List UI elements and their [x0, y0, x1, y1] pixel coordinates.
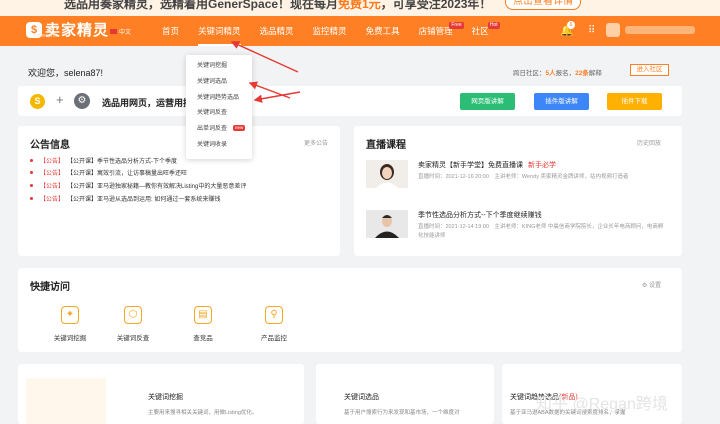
- lecturer-photo: [366, 210, 408, 238]
- banner-text: 选品用网页，运营用插: [102, 98, 193, 108]
- hot-badge: Hot: [487, 22, 500, 29]
- language-label: 中文: [119, 30, 132, 36]
- menu-item-keyword-mining[interactable]: 关键词挖掘: [186, 59, 252, 75]
- menu-item-order-reverse[interactable]: 出单词反查 new: [186, 122, 252, 138]
- notification-count: 6: [567, 21, 575, 29]
- nav-free-tools[interactable]: 免费工具: [366, 16, 400, 46]
- welcome-text: 欢迎您，selena87!: [28, 68, 104, 78]
- chrome-icon: ⚙: [74, 93, 90, 109]
- notice-list: 【公告】 【公开课】季节性选品分析方式-下个季度 【公告】 【公开课】寓效引流，让访…: [30, 154, 246, 204]
- avatar[interactable]: [606, 23, 620, 37]
- sellersprite-icon: S: [30, 94, 45, 109]
- keyword-mining-icon: ✦: [61, 306, 79, 324]
- community-info: 跨日社区：5人报名，22条解释: [513, 70, 602, 77]
- bullet-icon: [30, 171, 33, 175]
- menu-item-keyword-selection[interactable]: 关键词选品: [186, 75, 252, 91]
- free-badge: Free: [449, 22, 464, 29]
- course-item[interactable]: 卖家精灵【新手学堂】免费直播课 新手必学 直播时间：2021-12-16 20:0…: [366, 160, 666, 198]
- plus-icon: +: [56, 92, 64, 107]
- quick-competitor[interactable]: ▤ 查竞品: [173, 306, 233, 342]
- gear-icon: ⚙: [642, 283, 650, 289]
- menu-item-keyword-index[interactable]: 关键词收录: [186, 138, 252, 154]
- bullet-icon: [30, 196, 33, 200]
- flag-icon: [110, 29, 117, 34]
- promo-button[interactable]: 点击查看详情: [505, 0, 581, 10]
- plugin-download-button[interactable]: 插件下载: [607, 93, 662, 110]
- feature-card[interactable]: 关键词挖掘 主要用来搜寻相关关键词，用做Listing优化。: [18, 364, 304, 424]
- nav-menu: 首页 关键词精灵 选品精灵 监控精灵 免费工具 店铺管理 Free 社区 Hot: [162, 16, 508, 46]
- quick-monitor[interactable]: ⚲ 产品监控: [244, 306, 304, 342]
- nav-store[interactable]: 店铺管理 Free: [419, 16, 464, 46]
- more-notices-link[interactable]: 更多公告: [304, 138, 328, 147]
- promo-bar: 选品用奏家精灵，选精着用GenerSpace！现在每月免费1元，可享受注2023…: [0, 0, 720, 16]
- bullet-icon: [30, 158, 33, 162]
- language-switch[interactable]: 中文: [110, 27, 131, 36]
- promo-text: 选品用奏家精灵，选精着用GenerSpace！现在每月免费1元，可享受注2023…: [64, 0, 492, 11]
- plugin-tutorial-button[interactable]: 插件版讲解: [534, 93, 589, 110]
- feature-illustration: [26, 378, 106, 424]
- web-tutorial-button[interactable]: 网页版讲解: [460, 93, 515, 110]
- top-nav: $ 卖家精灵 sellersprite 中文 首页 关键词精灵 选品精灵 监控精…: [0, 16, 720, 46]
- enter-community-button[interactable]: 进入社区: [630, 64, 669, 76]
- list-item[interactable]: 【公告】 【公开课】寓效引流，让访事稿量出旺季还旺: [30, 167, 246, 180]
- nav-community[interactable]: 社区 Hot: [472, 16, 500, 46]
- nav-home[interactable]: 首页: [162, 16, 179, 46]
- feature-card[interactable]: 关键词选品 基于用户搜索行为来发现和基市场，一个维度对: [316, 364, 494, 424]
- nav-product[interactable]: 选品精灵: [260, 16, 294, 46]
- list-item[interactable]: 【公告】 【公开课】亚马逊从选品到运用: 如何通过一套系统来赚钱: [30, 192, 246, 205]
- quick-keyword-reverse[interactable]: ⬡ 关键词反查: [103, 306, 163, 342]
- monitor-icon: ⚲: [265, 306, 283, 324]
- apps-grid-icon[interactable]: ⠿: [588, 25, 595, 36]
- settings-link[interactable]: ⚙ 设置: [642, 280, 661, 289]
- course-title: 直播课程: [366, 140, 406, 151]
- quick-keyword-mining[interactable]: ✦ 关键词挖掘: [40, 306, 100, 342]
- user-menu[interactable]: [625, 26, 695, 34]
- watermark: 知乎 @Regan跨境: [536, 396, 668, 413]
- lecturer-photo: [366, 160, 408, 188]
- menu-item-keyword-trend[interactable]: 关键词趋势选品: [186, 91, 252, 107]
- logo-subtitle: sellersprite: [34, 33, 59, 39]
- course-item[interactable]: 季节性选品分析方式--下个季度继续赚钱 直播时间：2021-12-14 19:0…: [366, 210, 666, 248]
- quick-access-card: 快捷访问 ✦ 关键词挖掘 ⬡ 关键词反查 ▤ 查竞品 ⚲ 产品监控: [18, 268, 682, 352]
- notice-card: 公告信息 更多公告 【公告】 【公开课】季节性选品分析方式-下个季度 【公告】 【公…: [18, 126, 340, 256]
- quick-access-title: 快捷访问: [30, 282, 70, 293]
- notice-title: 公告信息: [30, 140, 70, 151]
- bullet-icon: [30, 183, 33, 187]
- list-item[interactable]: 【公告】 【公开课】亚马逊独家秘籍—教你有效解决Listing中的大量恶意差评: [30, 179, 246, 192]
- keyword-reverse-icon: ⬡: [124, 306, 142, 324]
- history-replay-link[interactable]: 历史回放: [637, 138, 661, 147]
- plugin-banner: S + ⚙ 选品用网页，运营用插 网页版讲解 插件版讲解 插件下载: [18, 86, 682, 116]
- course-card: 直播课程 历史回放 卖家精灵【新手学堂】免费直播课 新手必学 直播时间：2021-…: [354, 126, 682, 256]
- menu-item-keyword-reverse[interactable]: 关键词反查: [186, 106, 252, 122]
- new-badge: new: [233, 125, 246, 132]
- nav-monitor[interactable]: 监控精灵: [313, 16, 347, 46]
- nav-keyword[interactable]: 关键词精灵: [198, 16, 241, 46]
- keyword-dropdown-menu: 关键词挖掘 关键词选品 关键词趋势选品 关键词反查 出单词反查 new 关键词收录: [186, 55, 252, 159]
- competitor-icon: ▤: [194, 306, 212, 324]
